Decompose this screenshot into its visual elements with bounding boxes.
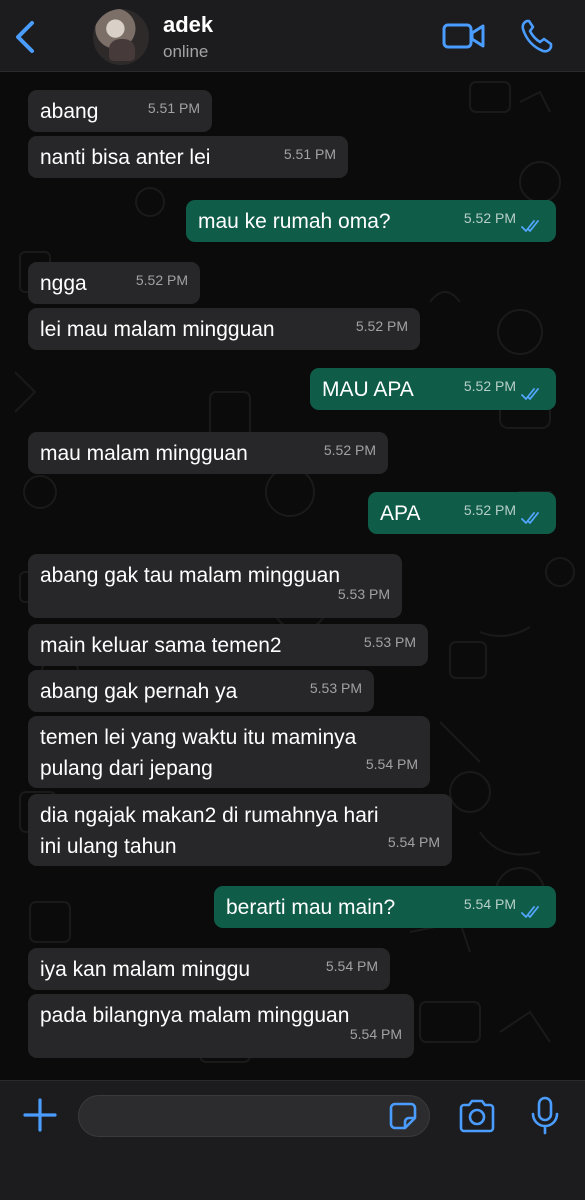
double-check-icon	[521, 388, 539, 400]
message-bubble-incoming[interactable]: abang gak tau malam mingguan 5.53 PM	[28, 554, 402, 618]
message-text: main keluar sama temen2	[40, 634, 282, 657]
message-bubble-incoming[interactable]: main keluar sama temen2 5.53 PM	[28, 624, 428, 666]
double-check-icon	[521, 512, 539, 524]
phone-icon[interactable]	[520, 18, 554, 54]
message-text: lei mau malam mingguan	[40, 318, 275, 341]
message-time: 5.54 PM	[387, 834, 440, 850]
message-bubble-incoming[interactable]: dia ngajak makan2 di rumahnya hari ini u…	[28, 794, 452, 866]
message-time: 5.51 PM	[147, 100, 200, 116]
contact-status: online	[163, 42, 209, 61]
message-text: abang gak pernah ya	[40, 680, 238, 703]
message-text: nanti bisa anter lei	[40, 146, 211, 169]
message-text: abang	[40, 100, 99, 123]
message-bubble-incoming[interactable]: pada bilangnya malam mingguan 5.54 PM	[28, 994, 414, 1058]
message-text: mau ke rumah oma?	[198, 210, 391, 233]
chat-header: adek online	[0, 0, 585, 72]
message-time: 5.52 PM	[355, 318, 408, 334]
message-time: 5.51 PM	[283, 146, 336, 162]
message-text: abang gak tau malam mingguan	[40, 564, 341, 587]
message-bubble-incoming[interactable]: abang gak pernah ya 5.53 PM	[28, 670, 374, 712]
message-time: 5.54 PM	[463, 896, 516, 912]
message-text: APA	[380, 502, 421, 525]
message-time: 5.52 PM	[323, 442, 376, 458]
message-time: 5.52 PM	[463, 502, 516, 518]
composer-bar	[0, 1080, 585, 1200]
message-input[interactable]	[78, 1095, 430, 1137]
message-bubble-incoming[interactable]: abang 5.51 PM	[28, 90, 212, 132]
message-text: mau malam mingguan	[40, 442, 248, 465]
message-time: 5.54 PM	[365, 756, 418, 772]
message-time: 5.54 PM	[325, 958, 378, 974]
message-text: iya kan malam minggu	[40, 958, 251, 981]
message-bubble-outgoing[interactable]: mau ke rumah oma? 5.52 PM	[186, 200, 556, 242]
video-camera-icon[interactable]	[442, 20, 486, 52]
avatar[interactable]	[93, 9, 149, 65]
message-time: 5.53 PM	[337, 586, 390, 602]
message-time: 5.52 PM	[463, 210, 516, 226]
message-text: temen lei yang waktu itu maminya pulang …	[40, 726, 357, 780]
message-bubble-outgoing[interactable]: MAU APA 5.52 PM	[310, 368, 556, 410]
message-time: 5.52 PM	[463, 378, 516, 394]
message-bubble-incoming[interactable]: nanti bisa anter lei 5.51 PM	[28, 136, 348, 178]
plus-icon[interactable]	[20, 1095, 60, 1135]
message-text: berarti mau main?	[226, 896, 396, 919]
contact-name[interactable]: adek	[163, 12, 213, 38]
message-bubble-incoming[interactable]: lei mau malam mingguan 5.52 PM	[28, 308, 420, 350]
message-bubble-incoming[interactable]: temen lei yang waktu itu maminya pulang …	[28, 716, 430, 788]
message-text: MAU APA	[322, 378, 414, 401]
message-list[interactable]: abang 5.51 PM nanti bisa anter lei 5.51 …	[0, 72, 585, 1080]
double-check-icon	[521, 906, 539, 918]
message-bubble-outgoing[interactable]: APA 5.52 PM	[368, 492, 556, 534]
message-time: 5.53 PM	[309, 680, 362, 696]
message-bubble-incoming[interactable]: ngga 5.52 PM	[28, 262, 200, 304]
message-time: 5.52 PM	[135, 272, 188, 288]
message-time: 5.54 PM	[349, 1026, 402, 1042]
microphone-icon[interactable]	[530, 1095, 560, 1137]
message-time: 5.53 PM	[363, 634, 416, 650]
message-bubble-incoming[interactable]: mau malam mingguan 5.52 PM	[28, 432, 388, 474]
message-text: dia ngajak makan2 di rumahnya hari ini u…	[40, 804, 379, 858]
chevron-left-icon[interactable]	[10, 18, 40, 56]
camera-icon[interactable]	[458, 1098, 496, 1134]
double-check-icon	[521, 220, 539, 232]
message-text: ngga	[40, 272, 87, 295]
message-bubble-incoming[interactable]: iya kan malam minggu 5.54 PM	[28, 948, 390, 990]
sticker-icon[interactable]	[388, 1101, 418, 1131]
message-bubble-outgoing[interactable]: berarti mau main? 5.54 PM	[214, 886, 556, 928]
message-text: pada bilangnya malam mingguan	[40, 1004, 350, 1027]
